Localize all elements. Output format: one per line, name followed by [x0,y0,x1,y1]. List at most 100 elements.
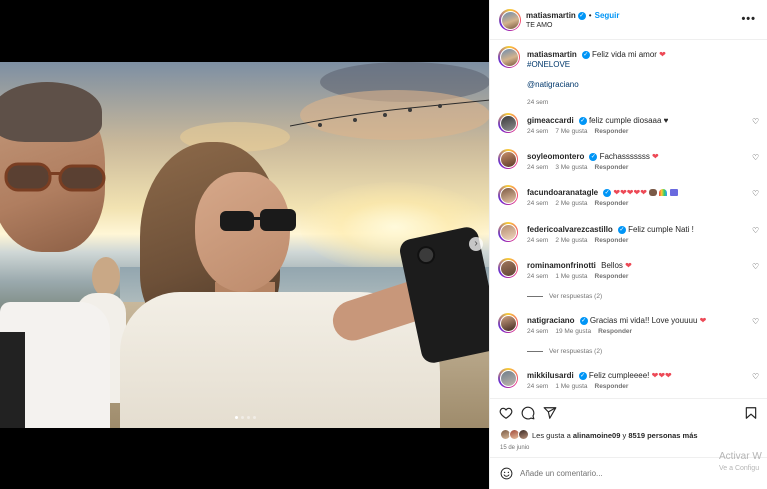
comment-likes[interactable]: 1 Me gusta [555,273,587,280]
comment-username[interactable]: soyleomontero [527,152,584,161]
heart-emojis: ❤❤❤❤❤ [613,188,647,197]
comment-likes[interactable]: 3 Me gusta [555,164,587,171]
keycap-emoji-icon [669,189,678,197]
heart-icon[interactable]: ♡ [752,318,760,326]
hashtag-link[interactable]: #ONELOVE [527,60,570,69]
comment: federicoalvarezcastillo ✓ Feliz cumple Na… [498,222,760,252]
heart-emoji: ❤ [625,261,632,270]
comment-meta: 24 sem 2 Me gusta Responder [527,237,629,244]
group-emoji-icon [649,189,658,197]
reply-button[interactable]: Responder [595,383,629,390]
comment-body: feliz cumple diosaaa ♥ [588,116,669,125]
caption: matiasmartin ✓ Feliz vida mi amor ❤ #ONEL… [498,46,760,106]
comment-username[interactable]: rominamonfrinotti [527,261,596,270]
more-horizontal-icon[interactable]: ••• [741,13,756,25]
comment-text: mikkilusardi ✓ Feliz cumpleeee! ❤❤❤ [527,371,742,381]
follow-button[interactable]: Seguir [595,11,620,20]
reply-button[interactable]: Responder [595,164,629,171]
comments-list: matiasmartin ✓ Feliz vida mi amor ❤ #ONEL… [490,40,767,398]
heart-icon[interactable]: ♡ [752,154,760,162]
commenter-avatar[interactable] [498,113,518,133]
author-avatar[interactable] [499,9,521,31]
reply-button[interactable]: Responder [595,200,629,207]
commenter-avatar[interactable] [498,258,518,278]
comment-username[interactable]: facundoaranatagle [527,188,598,197]
comment-meta: 24 sem 7 Me gusta Responder [527,128,629,135]
woman-figure [120,142,489,428]
commenter-avatar[interactable] [498,149,518,169]
comment: soyleomontero ✓ Fachasssssss ❤ 24 sem 3 Me… [498,149,760,179]
man-figure [0,82,120,428]
chevron-right-icon[interactable]: › [469,237,483,251]
comment-text: soyleomontero ✓ Fachasssssss ❤ [527,152,742,162]
caption-text: matiasmartin ✓ Feliz vida mi amor ❤ #ONEL… [527,50,742,90]
post-sidebar: matiasmartin ✓ • Seguir TE AMO ••• matiasma… [489,0,767,489]
heart-icon[interactable]: ♡ [752,190,760,198]
comment-username[interactable]: natigraciano [527,316,575,325]
reply-button[interactable]: Responder [598,328,632,335]
comment: gimeaccardi ✓ feliz cumple diosaaa ♥ 24 s… [498,113,760,143]
comment-likes[interactable]: 1 Me gusta [555,383,587,390]
comment: facundoaranatagle ✓ ❤❤❤❤❤ 24 sem 2 Me gust… [498,185,760,215]
comment-meta: 24 sem 1 Me gusta Responder [527,383,629,390]
caption-username[interactable]: matiasmartin [527,50,577,59]
heart-emoji: ❤ [659,50,666,59]
comment-username[interactable]: mikkilusardi [527,371,574,380]
verified-icon: ✓ [581,50,590,59]
heart-icon[interactable]: ♡ [752,263,760,271]
heart-emoji: ❤ [652,152,659,161]
comment-body: Feliz cumple Nati ! [628,225,694,234]
heart-icon[interactable]: ♡ [752,118,760,126]
liker-avatar[interactable] [518,429,529,440]
commenter-avatar[interactable] [498,368,518,388]
comment-meta: 24 sem 19 Me gusta Responder [527,328,633,335]
comment-body: Bellos [601,261,623,270]
reply-button[interactable]: Responder [595,237,629,244]
post-photo[interactable] [0,62,489,428]
verified-icon: ✓ [577,11,586,20]
post-date[interactable]: 15 de junio [500,445,529,451]
commenter-avatar[interactable] [498,222,518,242]
comment: natigraciano ✓ Gracias mi vida!! Love you… [498,313,760,361]
rainbow-emoji-icon [659,189,668,197]
author-username[interactable]: matiasmartin [526,11,576,20]
post-media: › [0,0,489,489]
os-activation-watermark: Activar W [719,451,762,462]
reply-button[interactable]: Responder [595,128,629,135]
comment-likes[interactable]: 2 Me gusta [555,237,587,244]
comment-username[interactable]: federicoalvarezcastillo [527,225,613,234]
os-activation-watermark-sub: Ve a Configu [719,465,760,472]
comment-icon[interactable] [521,406,535,420]
caption-time: 24 sem [527,99,549,106]
liker-username[interactable]: alinamoine09 [573,431,621,440]
author-avatar[interactable] [498,46,520,68]
commenter-avatar[interactable] [498,313,518,333]
post-header: matiasmartin ✓ • Seguir TE AMO ••• [490,0,767,40]
carousel-dot [247,416,250,419]
view-replies-button[interactable]: Ver respuestas (2) [527,348,602,355]
comment-username[interactable]: gimeaccardi [527,116,574,125]
view-replies-button[interactable]: Ver respuestas (2) [527,293,602,300]
commenter-avatar[interactable] [498,185,518,205]
heart-icon[interactable] [499,406,513,420]
heart-emojis: ❤❤❤ [651,371,672,380]
reply-button[interactable]: Responder [595,273,629,280]
send-icon[interactable] [543,406,557,420]
mention-link[interactable]: @natigraciano [527,80,579,89]
likes-count[interactable]: 8519 personas más [628,431,697,440]
comment-text: gimeaccardi ✓ feliz cumple diosaaa ♥ [527,116,742,126]
comment-likes[interactable]: 2 Me gusta [555,200,587,207]
bookmark-icon[interactable] [744,406,758,420]
comment-text: facundoaranatagle ✓ ❤❤❤❤❤ [527,188,742,198]
comment-likes[interactable]: 19 Me gusta [555,328,591,335]
action-bar [490,398,767,426]
heart-icon[interactable]: ♡ [752,227,760,235]
comment: rominamonfrinotti Bellos ❤ 24 sem 1 Me gu… [498,258,760,306]
comment-text: rominamonfrinotti Bellos ❤ [527,261,742,271]
comment-meta: 24 sem 3 Me gusta Responder [527,164,629,171]
heart-icon[interactable]: ♡ [752,373,760,381]
smiley-icon[interactable] [500,467,513,480]
author-line: matiasmartin ✓ • Seguir [526,11,620,20]
comment-input[interactable] [520,466,720,481]
comment-likes[interactable]: 7 Me gusta [555,128,587,135]
